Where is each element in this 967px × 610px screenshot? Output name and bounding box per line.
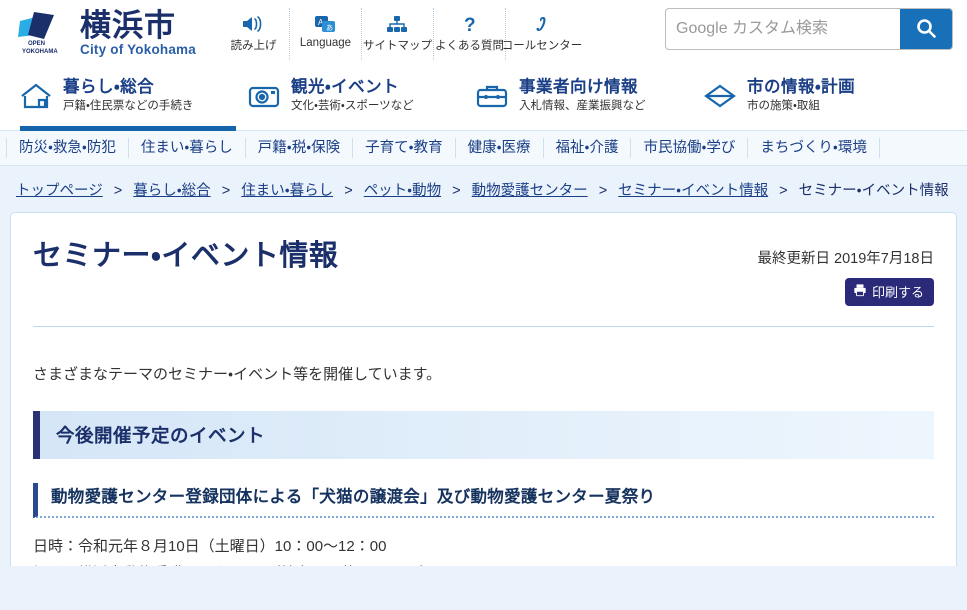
event-detail-datetime: 日時：令和元年８月10日（土曜日）10：00～12：00 xyxy=(33,538,387,556)
question-icon: ? xyxy=(457,12,481,36)
site-header: OPEN YOKOHAMA 横浜市 City of Yokohama 読み上げ xyxy=(0,0,967,68)
category-subtitle: 戸籍・住民票などの手続き xyxy=(63,100,194,113)
subnav-item-sumai[interactable]: 住まい・暮らし xyxy=(129,138,246,158)
breadcrumb-separator: > xyxy=(598,183,608,199)
section-heading-upcoming-events: 今後開催予定のイベント xyxy=(33,411,934,460)
category-nav: 暮らし・総合 戸籍・住民票などの手続き 観光・イベント 文化・芸術・スポーツなど xyxy=(0,68,967,131)
breadcrumb-separator: > xyxy=(221,183,231,199)
category-shinojoho[interactable]: 市の情報・計画 市の施策・取組 xyxy=(702,68,930,130)
subnav-item-machi[interactable]: まちづくり・環境 xyxy=(748,138,880,158)
search-button[interactable] xyxy=(900,9,952,49)
category-kanko[interactable]: 観光・イベント 文化・芸術・スポーツなど xyxy=(246,68,474,130)
search-input[interactable] xyxy=(666,9,900,49)
svg-text:YOKOHAMA: YOKOHAMA xyxy=(22,49,58,55)
print-button[interactable]: 印刷する xyxy=(844,278,934,307)
site-logo[interactable]: OPEN YOKOHAMA 横浜市 City of Yokohama xyxy=(14,9,196,59)
category-jigyosha[interactable]: 事業者向け情報 入札情報、産業振興など xyxy=(474,68,702,130)
speaker-icon xyxy=(241,12,265,36)
breadcrumb-item-sumai[interactable]: 住まい・暮らし xyxy=(241,183,333,199)
title-meta: 最終更新日 2019年7月18日 印刷する xyxy=(757,239,934,307)
utility-nav: 読み上げ A あ Language サイトマップ ? よくある質問 コールセンタ… xyxy=(218,8,582,60)
util-item-read-aloud[interactable]: 読み上げ xyxy=(218,8,290,60)
svg-text:?: ? xyxy=(464,15,476,34)
breadcrumb-item-center[interactable]: 動物愛護センター xyxy=(472,183,588,199)
category-title: 観光・イベント xyxy=(291,78,400,97)
search-box[interactable] xyxy=(665,8,953,50)
category-title: 市の情報・計画 xyxy=(747,78,856,97)
category-title: 暮らし・総合 xyxy=(63,78,155,97)
subnav-item-kosodate[interactable]: 子育て・教育 xyxy=(353,138,456,158)
category-subtitle: 文化・芸術・スポーツなど xyxy=(291,100,414,113)
breadcrumb-item-kurashi[interactable]: 暮らし・総合 xyxy=(133,183,210,199)
util-label: よくある質問 xyxy=(434,40,504,52)
logo-title-en: City of Yokohama xyxy=(80,41,196,57)
intro-text: さまざまなテーマのセミナー・イベント等を開催しています。 xyxy=(33,366,442,384)
breadcrumb-item-top[interactable]: トップページ xyxy=(16,183,103,199)
util-item-call-center[interactable]: コールセンター xyxy=(502,8,582,60)
yokohama-logo-icon: OPEN YOKOHAMA xyxy=(14,9,70,59)
briefcase-icon xyxy=(474,81,510,111)
util-label: Language xyxy=(299,37,352,49)
last-updated: 最終更新日 2019年7月18日 xyxy=(757,251,934,268)
page-title: セミナー・イベント情報 xyxy=(33,240,339,273)
subnav-item-bousai[interactable]: 防災・救急・防犯 xyxy=(6,138,129,158)
util-item-faq[interactable]: ? よくある質問 xyxy=(434,8,506,60)
title-row: セミナー・イベント情報 最終更新日 2019年7月18日 印刷する xyxy=(33,213,934,307)
breadcrumb-separator: > xyxy=(779,183,788,199)
svg-text:OPEN: OPEN xyxy=(28,41,45,47)
breadcrumb-item-current: セミナー・イベント情報 xyxy=(798,183,949,199)
breadcrumb-separator: > xyxy=(113,183,123,199)
subnav-item-koseki[interactable]: 戸籍・税・保険 xyxy=(246,138,354,158)
language-icon: A あ xyxy=(313,12,337,36)
section-heading-label: 今後開催予定のイベント xyxy=(56,425,266,447)
camera-icon xyxy=(246,81,282,111)
util-label: コールセンター xyxy=(501,40,583,52)
printer-icon xyxy=(853,283,867,300)
diamond-icon xyxy=(702,81,738,111)
util-item-language[interactable]: A あ Language xyxy=(290,8,362,60)
house-icon xyxy=(18,81,54,111)
content-card: セミナー・イベント情報 最終更新日 2019年7月18日 印刷する さまざまなテ… xyxy=(10,212,957,567)
subnav-item-kenko[interactable]: 健康・医療 xyxy=(456,138,544,158)
subnav-item-fukushi[interactable]: 福祉・介護 xyxy=(544,138,632,158)
util-label: サイトマップ xyxy=(362,40,432,52)
breadcrumb-item-pet[interactable]: ペット・動物 xyxy=(364,183,441,199)
util-label: 読み上げ xyxy=(230,40,277,52)
print-button-label: 印刷する xyxy=(871,285,924,301)
category-subtitle: 入札情報、産業振興など xyxy=(519,100,646,113)
event-heading: 動物愛護センター登録団体による「犬猫の譲渡会」及び動物愛護センター夏祭り xyxy=(33,483,934,519)
category-kurashi[interactable]: 暮らし・総合 戸籍・住民票などの手続き xyxy=(18,68,246,131)
sitemap-icon xyxy=(385,12,409,36)
breadcrumb-item-seminar[interactable]: セミナー・イベント情報 xyxy=(618,183,768,199)
event-detail-location: 場所：横浜市動物愛護センター （神奈川区菅田町75- 4） xyxy=(33,561,934,567)
breadcrumb: トップページ > 暮らし・総合 > 住まい・暮らし > ペット・動物 > 動物愛… xyxy=(0,166,967,212)
event-details: 日時：令和元年８月10日（土曜日）10：00～12：00 場所：横浜市動物愛護セ… xyxy=(33,518,934,566)
subnav-item-shimin[interactable]: 市民協働・学び xyxy=(631,138,749,158)
breadcrumb-separator: > xyxy=(452,183,461,199)
search-icon xyxy=(914,16,938,43)
breadcrumb-separator: > xyxy=(344,183,353,199)
util-item-sitemap[interactable]: サイトマップ xyxy=(362,8,434,60)
svg-text:あ: あ xyxy=(326,24,333,32)
phone-icon xyxy=(530,12,554,36)
sub-nav: 防災・救急・防犯 住まい・暮らし 戸籍・税・保険 子育て・教育 健康・医療 福祉… xyxy=(0,130,967,166)
category-title: 事業者向け情報 xyxy=(519,78,638,97)
logo-title-jp: 横浜市 xyxy=(80,7,176,43)
category-subtitle: 市の施策・取組 xyxy=(747,100,820,113)
event-heading-label: 動物愛護センター登録団体による「犬猫の譲渡会」及び動物愛護センター夏祭り xyxy=(51,488,656,507)
